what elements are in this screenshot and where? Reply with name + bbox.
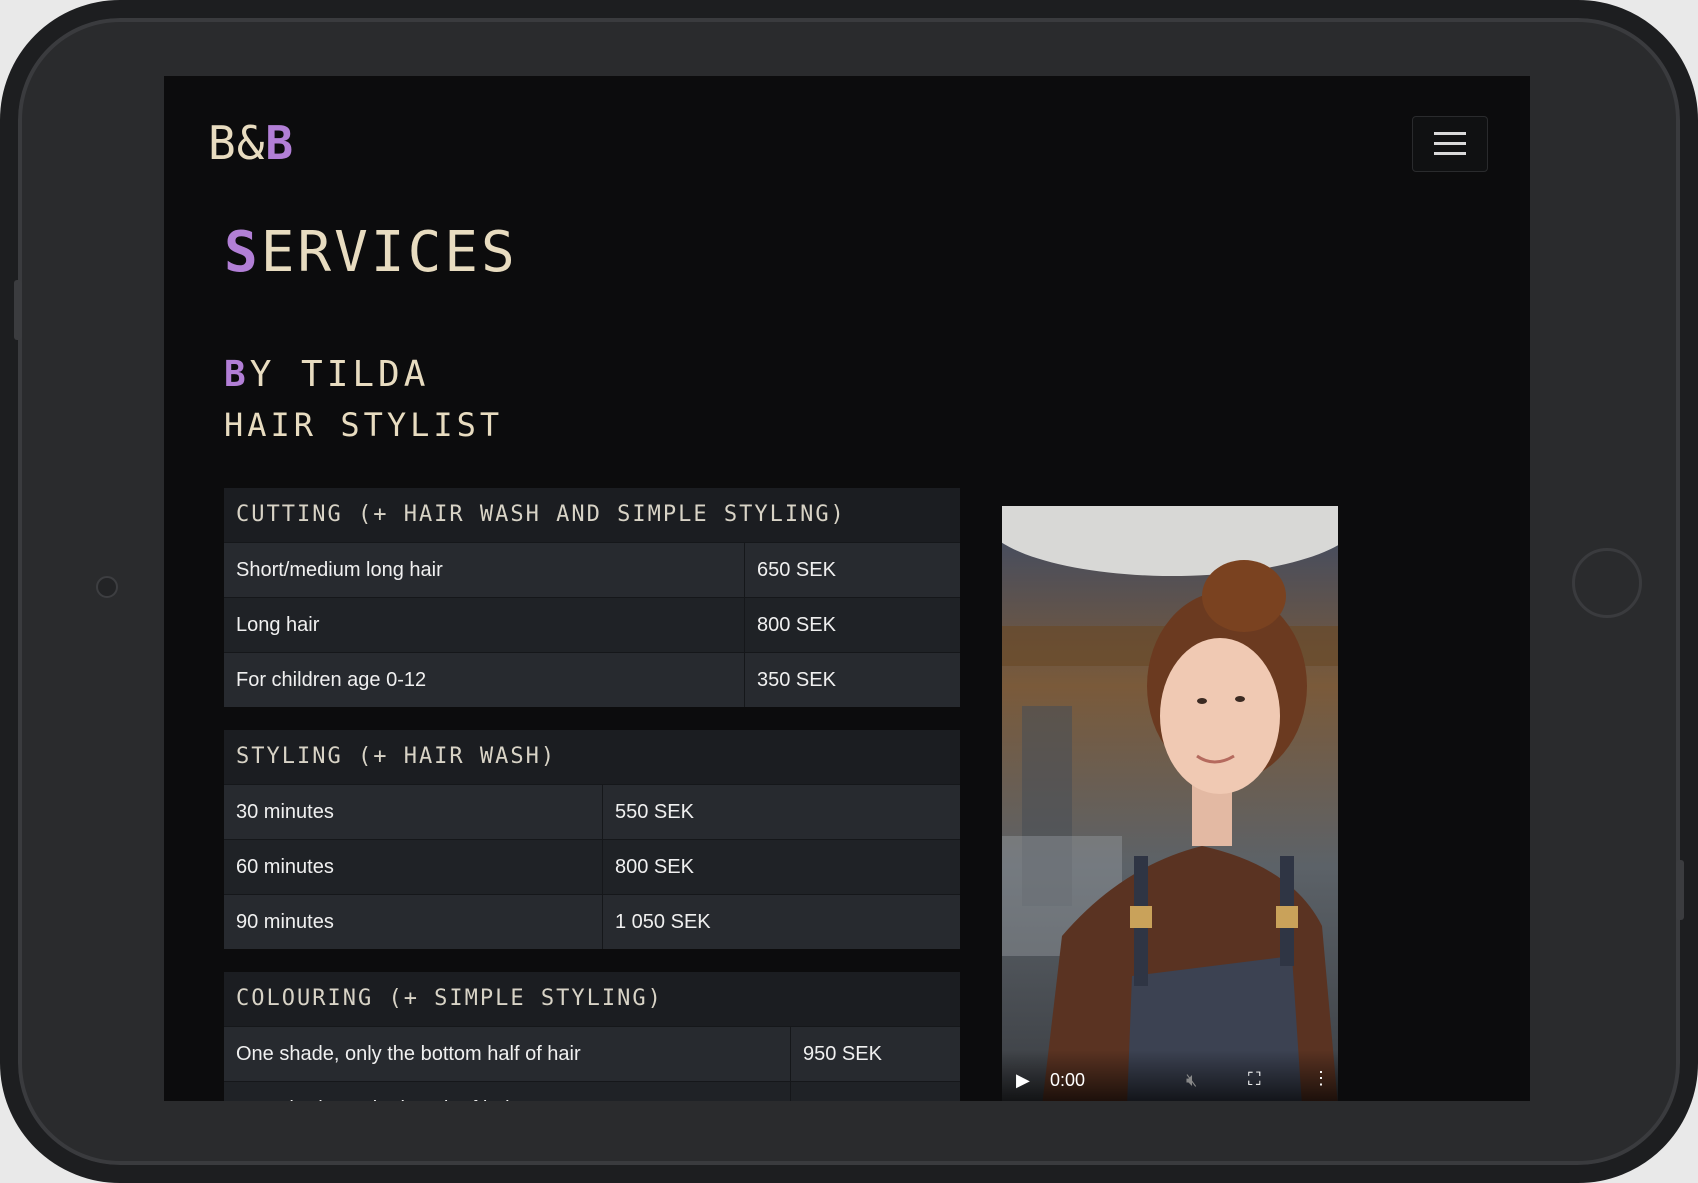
site-logo[interactable]: B&B bbox=[208, 116, 294, 170]
more-options-icon[interactable]: ⋮ bbox=[1312, 1068, 1330, 1089]
table-row: Short/medium long hair 650 SEK bbox=[224, 542, 960, 597]
service-name: 30 minutes bbox=[236, 801, 334, 823]
page-title-rest: ERVICES bbox=[260, 220, 518, 285]
table-row: One shade, entire length of hair 1 100 S… bbox=[224, 1081, 960, 1101]
table-heading: CUTTING (+ HAIR WASH AND SIMPLE STYLING) bbox=[224, 488, 960, 542]
price-table-styling: STYLING (+ HAIR WASH) 30 minutes 550 SEK… bbox=[224, 730, 960, 949]
stylist-video[interactable]: ▶ 0:00 🔇︎ ⛶ ⋮ bbox=[1002, 506, 1338, 1101]
table-heading: STYLING (+ HAIR WASH) bbox=[224, 730, 960, 784]
table-heading: COLOURING (+ SIMPLE STYLING) bbox=[224, 972, 960, 1026]
service-name: One shade, only the bottom half of hair bbox=[236, 1043, 581, 1065]
service-name: 60 minutes bbox=[236, 856, 334, 878]
menu-button[interactable] bbox=[1412, 116, 1488, 172]
stylist-name: BY TILDA bbox=[224, 354, 429, 395]
fullscreen-icon[interactable]: ⛶ bbox=[1248, 1069, 1261, 1090]
service-price: 950 SEK bbox=[790, 1027, 960, 1081]
service-name: Short/medium long hair bbox=[236, 559, 443, 581]
service-price: 1 050 SEK bbox=[602, 895, 960, 949]
price-table-cutting: CUTTING (+ HAIR WASH AND SIMPLE STYLING)… bbox=[224, 488, 960, 707]
table-row: 60 minutes 800 SEK bbox=[224, 839, 960, 894]
hamburger-icon bbox=[1434, 142, 1466, 145]
mute-icon[interactable]: 🔇︎ bbox=[1186, 1070, 1197, 1091]
stylist-role: HAIR STYLIST bbox=[224, 406, 504, 444]
page-title: SERVICES bbox=[224, 220, 518, 285]
device-screen: B&B SERVICES BY TILDA HAIR STYLIST CUTTI… bbox=[164, 76, 1530, 1101]
service-price: 650 SEK bbox=[744, 543, 960, 597]
service-name: For children age 0-12 bbox=[236, 669, 427, 691]
page-title-initial: S bbox=[224, 220, 261, 285]
table-row: For children age 0-12 350 SEK bbox=[224, 652, 960, 707]
stylist-name-rest: Y TILDA bbox=[249, 354, 430, 395]
service-name: One shade, entire length of hair bbox=[224, 1082, 790, 1101]
service-name: 90 minutes bbox=[236, 911, 334, 933]
table-row: One shade, only the bottom half of hair … bbox=[224, 1026, 960, 1081]
hamburger-icon bbox=[1434, 152, 1466, 155]
table-row: Long hair 800 SEK bbox=[224, 597, 960, 652]
stylist-name-initial: B bbox=[224, 354, 250, 395]
video-time: 0:00 bbox=[1050, 1070, 1086, 1090]
table-row: 90 minutes 1 050 SEK bbox=[224, 894, 960, 949]
hamburger-icon bbox=[1434, 132, 1466, 135]
service-price: 800 SEK bbox=[744, 598, 960, 652]
service-price: 550 SEK bbox=[602, 785, 960, 839]
service-price: 350 SEK bbox=[744, 653, 960, 707]
price-table-colouring: COLOURING (+ SIMPLE STYLING) One shade, … bbox=[224, 972, 960, 1101]
service-price: 800 SEK bbox=[602, 840, 960, 894]
video-controls: ▶ 0:00 🔇︎ ⛶ ⋮ bbox=[1002, 1050, 1338, 1101]
home-button[interactable] bbox=[1572, 548, 1642, 618]
table-row: 30 minutes 550 SEK bbox=[224, 784, 960, 839]
camera-icon bbox=[96, 576, 118, 598]
tablet-side-button bbox=[14, 280, 22, 340]
logo-prefix: B& bbox=[208, 116, 266, 170]
video-poster bbox=[1002, 506, 1338, 1101]
tablet-side-button bbox=[1676, 860, 1684, 920]
play-icon[interactable]: ▶ bbox=[1016, 1070, 1030, 1091]
service-price: 1 100 SEK bbox=[790, 1082, 960, 1101]
logo-accent: B bbox=[265, 116, 295, 170]
service-name: Long hair bbox=[236, 614, 320, 636]
